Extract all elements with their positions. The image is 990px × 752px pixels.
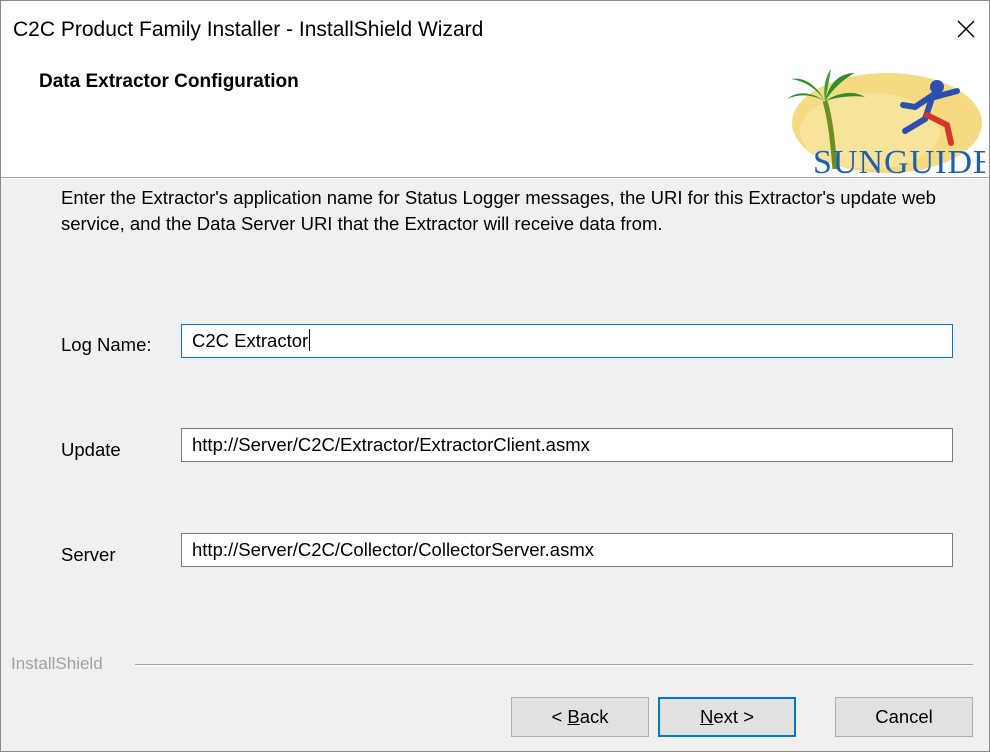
installer-window: C2C Product Family Installer - InstallSh… [0,0,990,752]
next-accelerator: N [700,706,714,727]
page-title: Data Extractor Configuration [39,71,299,92]
back-label-rest: ack [579,706,609,727]
update-uri-value: http://Server/C2C/Extractor/ExtractorCli… [192,434,590,455]
close-button[interactable] [943,1,989,57]
update-label: Update [61,439,121,460]
sunguide-logo: SUNGUIDE [787,69,985,177]
log-name-input[interactable]: C2C Extractor [181,324,953,358]
next-label-rest: ext > [713,706,754,727]
window-title: C2C Product Family Installer - InstallSh… [13,18,484,41]
back-prefix: < [551,706,568,727]
server-uri-input[interactable]: http://Server/C2C/Collector/CollectorSer… [181,533,953,567]
cancel-button[interactable]: Cancel [835,697,973,737]
cancel-label: Cancel [875,706,933,727]
close-icon [957,20,975,38]
header-separator [1,177,989,179]
logo-text: SUNGUIDE [813,144,985,177]
installshield-brand: InstallShield [11,654,103,673]
instructions-text: Enter the Extractor's application name f… [61,187,936,234]
log-name-label: Log Name: [61,334,152,355]
text-caret [309,329,311,351]
server-label: Server [61,544,116,565]
back-button[interactable]: < Back [511,697,649,737]
footer-separator [135,664,973,666]
server-uri-value: http://Server/C2C/Collector/CollectorSer… [192,539,594,560]
wizard-header: Data Extractor Configuration SUNGUIDE [1,57,989,177]
log-name-value: C2C Extractor [192,330,309,351]
update-uri-input[interactable]: http://Server/C2C/Extractor/ExtractorCli… [181,428,953,462]
back-accelerator: B [567,706,580,727]
next-button[interactable]: Next > [658,697,796,737]
title-bar[interactable]: C2C Product Family Installer - InstallSh… [1,1,989,57]
